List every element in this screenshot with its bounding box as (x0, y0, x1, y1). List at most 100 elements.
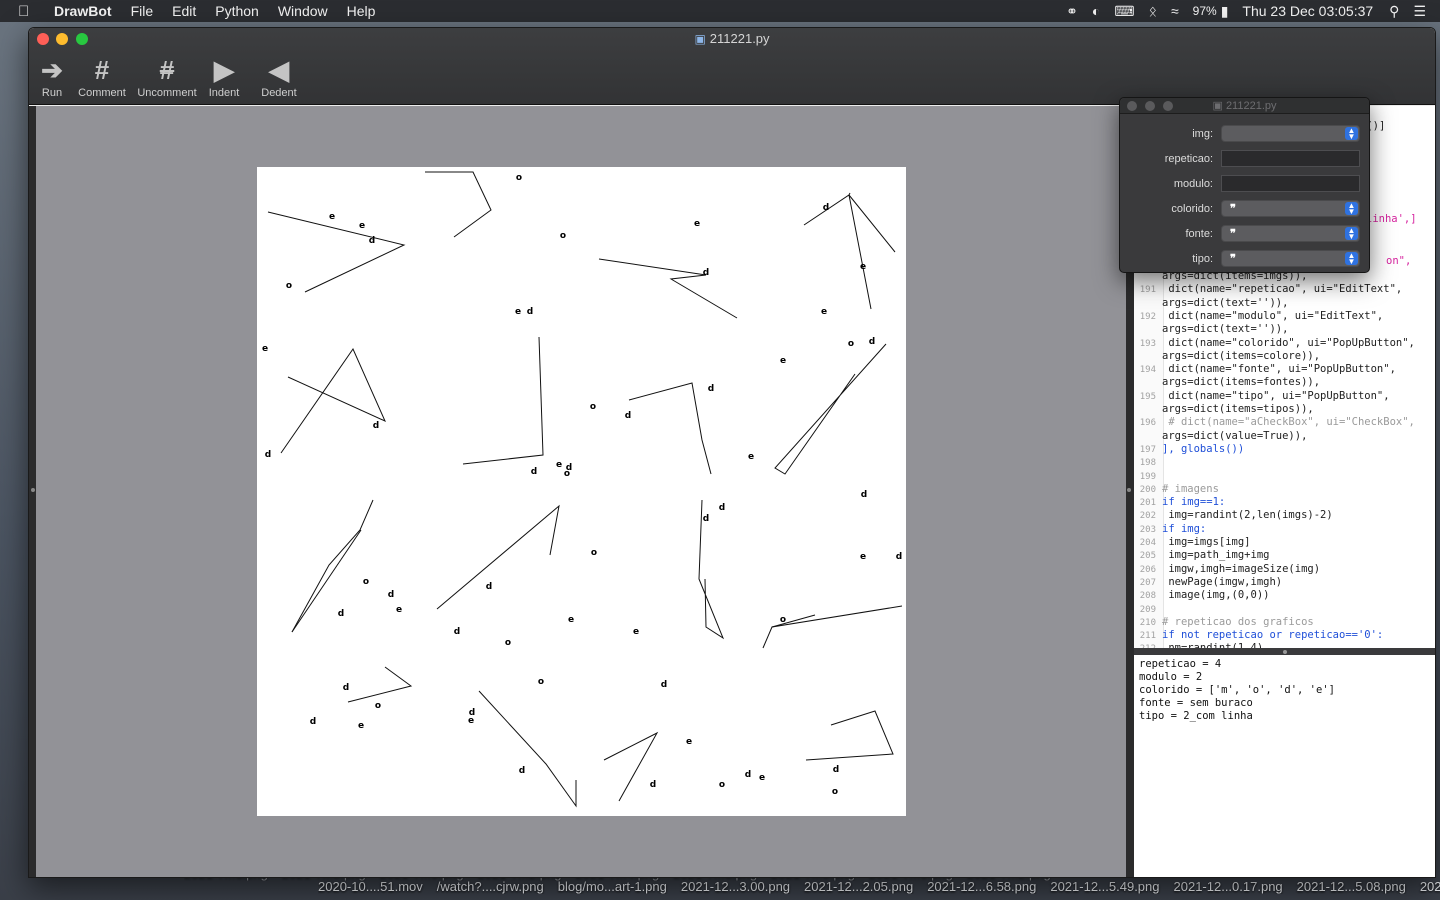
splitter-handle[interactable] (1283, 650, 1287, 654)
artwork-path (803, 194, 872, 310)
fonte-popup[interactable]: ❞ ▲ ▼ (1221, 225, 1360, 242)
code-fragment: linha',] (1366, 213, 1417, 225)
menu-file[interactable]: File (131, 3, 154, 19)
run-button[interactable]: ➔ Run (37, 55, 67, 99)
artwork-glyph: o (363, 577, 369, 587)
run-label: Run (41, 87, 63, 99)
code-text: if not repeticao or repeticao=='0': (1162, 629, 1384, 642)
code-line: args=dict(text='')), (1134, 323, 1435, 336)
var-label: fonte: (1185, 228, 1213, 240)
desktop-file-label[interactable]: 2020-10....51.mov (318, 879, 423, 894)
splitter-handle[interactable] (1127, 488, 1131, 492)
artwork-glyph: d (661, 680, 667, 690)
artwork-glyph: d (454, 627, 460, 637)
var-label: repeticao: (1164, 153, 1213, 165)
drawing-canvas[interactable]: eedoooeddeeee dodeoddeeo ddddde dodeddoeedo… (257, 167, 906, 816)
code-text: if img==1: (1162, 496, 1226, 509)
desktop-file-label[interactable]: blog/mo...art-1.png (558, 879, 667, 894)
panel-titlebar[interactable]: ▣ 211221.py (1120, 98, 1369, 114)
menu-help[interactable]: Help (347, 3, 376, 19)
artwork-glyph: o (286, 281, 292, 291)
python-file-icon: ▣ (694, 32, 706, 46)
artwork-glyph: e (694, 219, 700, 229)
desktop-file-label[interactable]: 2021-12...5.08.png (1297, 879, 1406, 894)
artwork-glyph: d (265, 450, 271, 460)
dark-mode-icon[interactable]: ◐ (1092, 3, 1100, 19)
indent-button[interactable]: ▶ Indent (206, 55, 242, 99)
artwork-glyph: d (861, 490, 867, 500)
var-label: img: (1192, 128, 1213, 140)
comment-button[interactable]: # Comment (75, 55, 129, 99)
uncomment-button[interactable]: # Uncomment (134, 55, 200, 99)
clock[interactable]: Thu 23 Dec 03:05:37 (1242, 3, 1373, 19)
desktop-file-label[interactable]: /watch?....cjrw.png (437, 879, 544, 894)
code-line: 199 (1134, 470, 1435, 484)
line-number: 191 (1139, 285, 1156, 296)
line-number: 205 (1139, 551, 1156, 562)
code-text: args=dict(items=colore)), (1162, 349, 1321, 362)
menu-window[interactable]: Window (278, 3, 328, 19)
artwork-glyph: d (703, 268, 709, 278)
line-number: 201 (1139, 498, 1156, 509)
creative-cloud-icon[interactable]: ⚭ (1066, 3, 1078, 20)
battery-icon[interactable]: ▮ (1221, 3, 1229, 20)
artwork-lines (267, 171, 903, 808)
artwork-glyph: o (505, 638, 511, 648)
artwork-glyph: o (590, 402, 596, 412)
wifi-icon[interactable]: ≈ (1171, 3, 1179, 19)
uncomment-label: Uncomment (137, 87, 197, 99)
menu-drawbot[interactable]: DrawBot (54, 3, 112, 19)
colorido-popup[interactable]: ❞ ▲ ▼ (1221, 200, 1360, 217)
code-text: dict(name="modulo", ui="EditText", (1162, 309, 1384, 322)
dedent-button[interactable]: ◀ Dedent (259, 55, 299, 99)
desktop-file-label[interactable]: 2021-12...2.05.png (804, 879, 913, 894)
code-fragment: on", (1386, 255, 1412, 267)
tipo-popup[interactable]: ❞ ▲ ▼ (1221, 250, 1360, 267)
code-text: img=path_img+img (1162, 549, 1270, 562)
artwork-glyph: e (329, 212, 335, 222)
artwork-path (280, 347, 386, 454)
artwork-glyph: d (869, 337, 875, 347)
control-center-icon[interactable]: ☰ (1413, 3, 1426, 20)
menu-python[interactable]: Python (215, 3, 259, 19)
repeticao-field[interactable] (1221, 150, 1360, 167)
run-arrow-icon: ➔ (41, 55, 63, 85)
code-line: 194 dict(name="fonte", ui="PopUpButton", (1134, 363, 1435, 377)
desktop-file-label[interactable]: 2021-12...5.49.png (1050, 879, 1159, 894)
code-line: 207 newPage(imgw,imgh) (1134, 576, 1435, 590)
battery-percent[interactable]: 97% (1193, 4, 1217, 18)
code-text: img=randint(2,len(imgs)-2) (1162, 509, 1333, 522)
code-line: 191 dict(name="repeticao", ui="EditText"… (1134, 283, 1435, 297)
desktop-file-label[interactable]: 2021 (1420, 879, 1440, 894)
code-text: args=dict(value=True)), (1162, 429, 1308, 442)
desktop-file-label[interactable]: 2021-12...0.17.png (1174, 879, 1283, 894)
search-icon[interactable]: ⚲ (1389, 3, 1399, 20)
output-console[interactable]: repeticao = 4 modulo = 2 colorido = ['m'… (1134, 655, 1435, 877)
apple-logo-icon[interactable]:  (18, 3, 40, 20)
canvas-pane[interactable]: eedoooeddeeeedodeoddeeodddddedodeddoeedo… (36, 106, 1126, 877)
artwork-path (462, 336, 544, 465)
artwork-glyph: d (531, 467, 537, 477)
artwork-glyph: e (568, 615, 574, 625)
left-splitter[interactable] (29, 106, 36, 877)
desktop-file-label[interactable]: 2021-12...6.58.png (927, 879, 1036, 894)
artwork-glyph: d (388, 590, 394, 600)
img-popup[interactable]: ▲ ▼ (1221, 125, 1360, 142)
dedent-label: Dedent (261, 87, 297, 99)
artwork-glyph: o (780, 615, 786, 625)
window-title: ▣ 211221.py (29, 31, 1435, 46)
artwork-glyph: e (359, 221, 365, 231)
modulo-field[interactable] (1221, 175, 1360, 192)
artwork-glyph: d (708, 384, 714, 394)
splitter-handle[interactable] (31, 488, 35, 492)
artwork-path (291, 529, 362, 633)
code-line: args=dict(items=colore)), (1134, 349, 1435, 363)
keyboard-icon[interactable]: ⌨ (1114, 3, 1134, 20)
code-line: 205 img=path_img+img (1134, 549, 1435, 563)
desktop-file-label[interactable]: 2021-12...3.00.png (681, 879, 790, 894)
bluetooth-icon[interactable]: ᛟ (1149, 3, 1157, 19)
artwork-glyph: e (860, 262, 866, 272)
menu-edit[interactable]: Edit (172, 3, 196, 19)
artwork-glyph: o (719, 780, 725, 790)
chevron-updown-icon: ▲ ▼ (1345, 252, 1358, 266)
